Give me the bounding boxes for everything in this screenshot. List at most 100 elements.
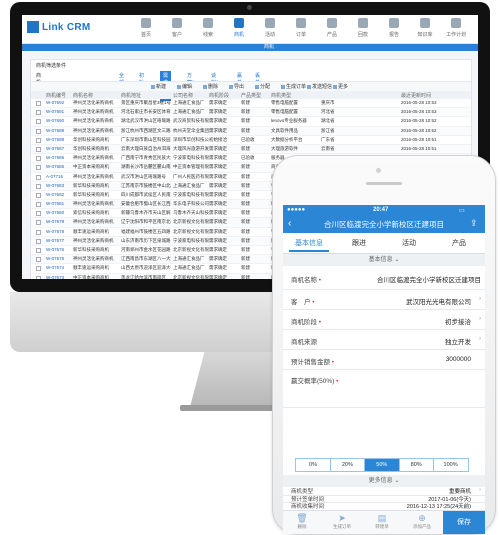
form-field-1[interactable]: 客 户 武汉阳光光电有限公司 › [283,289,485,310]
nav-item-1[interactable]: 客户 [163,18,191,42]
row-checkbox[interactable] [36,183,41,189]
cell-code[interactable]: W-07682 [46,192,72,197]
row-checkbox[interactable] [36,192,41,198]
toolbar-button-3[interactable]: 导出 [229,83,244,90]
row-checkbox[interactable] [36,202,41,208]
row-checkbox[interactable] [36,156,41,162]
column-header-6[interactable]: 商机类型 [271,92,291,99]
toolbar-button-0[interactable]: 新建 [151,83,166,90]
row-checkbox[interactable] [36,275,41,279]
column-header-5[interactable]: 产品类型 [241,92,261,99]
nav-item-8[interactable]: 报告 [380,18,408,42]
column-header-4[interactable]: 商机阶段 [209,92,229,99]
cell-code[interactable]: W-07692 [46,100,72,105]
nav-item-0[interactable]: 首页 [132,18,160,42]
toolbar-button-7[interactable]: 更多 [333,83,348,90]
column-header-3[interactable]: 公司名称 [173,92,193,99]
cell-code[interactable]: W-07689 [46,128,72,133]
column-header-7[interactable]: 最近更新时间 [401,92,431,99]
table-row[interactable]: W-07692 神州灵活化采购商机 景区重庆市聚昌星3楼1号 上海通汇食品厂 需求确定 新… [31,99,471,109]
column-header-1[interactable]: 商机名称 [73,92,93,99]
cell-code[interactable]: W-07674 [46,265,72,270]
tab-follow-up[interactable]: 跟进 [334,238,384,248]
cell-code[interactable]: W-07690 [46,118,72,123]
row-checkbox[interactable] [36,248,41,253]
cell-code[interactable]: A-07716 [46,174,72,179]
create-order-button[interactable]: ➤ 生成订单 [325,513,359,530]
probability-option-0[interactable]: 0% [296,459,331,471]
convert-button[interactable]: ▤ 转建单 [365,513,399,530]
tab-activity[interactable]: 活动 [384,238,434,248]
section-header-more[interactable]: 更多信息 ⌄ [283,475,485,487]
row-checkbox[interactable] [36,257,41,263]
nav-item-2[interactable]: 线索 [194,18,222,42]
cell-code[interactable]: W-07676 [46,247,72,252]
form-field-5[interactable]: 赢交概率(50%) [283,369,485,408]
cell-btype: 大数据分析平台 [271,136,303,142]
toolbar-button-6[interactable]: 发送短信 [307,83,332,90]
table-row[interactable]: W-07688华创科技采购商机 广东深圳市南山区科技园南深圳市华创科技公司初始接洽… [31,136,471,145]
toolbar-button-4[interactable]: 分配 [255,83,270,90]
table-row[interactable]: W-07689 神州灵活化采购商机 浙江杭州市西湖区文三路39 杭州天堂伞业集团 需求确… [31,126,471,136]
cell-code[interactable]: W-07680 [46,210,72,215]
probability-option-1[interactable]: 20% [330,459,366,471]
cell-code[interactable]: W-07688 [46,137,72,142]
column-header-2[interactable]: 商机地址 [121,92,141,99]
nav-item-5[interactable]: 订单 [287,18,315,42]
table-row[interactable]: W-07691神州灵活化采购商机 河北石家庄市长安区体育北大上海通汇食品厂需求确定… [31,108,471,118]
toolbar-button-5[interactable]: 生成订单 [281,83,306,90]
tab-basic-info[interactable]: 基本信息 [284,238,334,248]
row-checkbox[interactable] [36,128,41,134]
table-row[interactable]: W-07690神州灵活化采购商机 湖北武汉市洪山区珞瑜路10武汉商贸科技有限公司需… [31,117,471,127]
row-checkbox[interactable] [36,137,41,143]
section-header-basic[interactable]: 基本信息 ⌄ [283,254,485,266]
cell-code[interactable]: W-07683 [46,183,72,188]
form-field-0[interactable]: 商机名称 合川区临渡完全小学新校区迁建项目 [283,267,485,290]
tab-product[interactable]: 产品 [434,238,484,248]
save-button[interactable]: 保存 [443,511,485,534]
nav-item-9[interactable]: 知识库 [411,18,439,42]
cell-code[interactable]: W-07678 [46,229,72,234]
toolbar-button-2[interactable]: 删除 [203,83,218,90]
cell-code[interactable]: W-07687 [46,146,72,151]
column-header-0[interactable]: 商机编号 [46,92,66,99]
delete-button[interactable]: 🗑 删除 [285,513,319,530]
cell-code[interactable]: W-07679 [46,219,72,224]
cell-code[interactable]: W-07686 [46,155,72,160]
cell-addr: 江西南昌市东湖区八一大道 [121,256,171,262]
nav-item-6[interactable]: 产品 [318,18,346,42]
add-product-button[interactable]: ⊕ 添加产品 [405,513,439,530]
row-checkbox[interactable] [36,229,41,235]
table-row[interactable]: W-07687华创科技采购商机 云南大理白族自治州洱海大理风光旅游开发公司需求确定… [31,144,471,155]
row-checkbox[interactable] [36,266,41,272]
row-checkbox[interactable] [36,146,41,152]
nav-item-3[interactable]: 商机 [225,18,253,42]
probability-option-2[interactable]: 50% [364,459,400,471]
nav-item-10[interactable]: 工作计划 [442,18,470,42]
probability-option-3[interactable]: 80% [399,459,435,471]
share-icon[interactable]: ⇪ [470,218,478,229]
cell-code[interactable]: W-07675 [46,256,72,261]
row-checkbox[interactable] [36,211,41,217]
form-field-3[interactable]: 商机来源 独立开发 › [283,329,485,350]
cell-code[interactable]: W-07691 [46,109,72,114]
form-field-2[interactable]: 商机阶段 初步接洽 › [283,309,485,330]
nav-item-7[interactable]: 回款 [349,18,377,42]
cell-code[interactable]: W-07673 [46,275,72,279]
row-checkbox[interactable] [36,165,41,171]
row-checkbox[interactable] [36,119,41,125]
toolbar-button-1[interactable]: 编辑 [177,83,192,90]
row-checkbox[interactable] [36,238,41,244]
back-arrow-icon[interactable]: ‹ [288,218,291,229]
row-checkbox[interactable] [36,101,41,106]
nav-item-4[interactable]: 活动 [256,18,284,42]
row-checkbox[interactable] [36,110,41,116]
probability-option-4[interactable]: 100% [434,459,469,471]
cell-code[interactable]: W-07685 [46,164,72,169]
cell-code[interactable]: W-07677 [46,238,72,243]
row-checkbox[interactable] [36,174,41,180]
form-field-4[interactable]: 预计销售金额 3000000 [283,349,485,370]
cell-code[interactable]: W-07681 [46,201,72,206]
row-checkbox[interactable] [36,220,41,226]
sub-tab-opportunity[interactable]: 商机 [264,44,274,51]
